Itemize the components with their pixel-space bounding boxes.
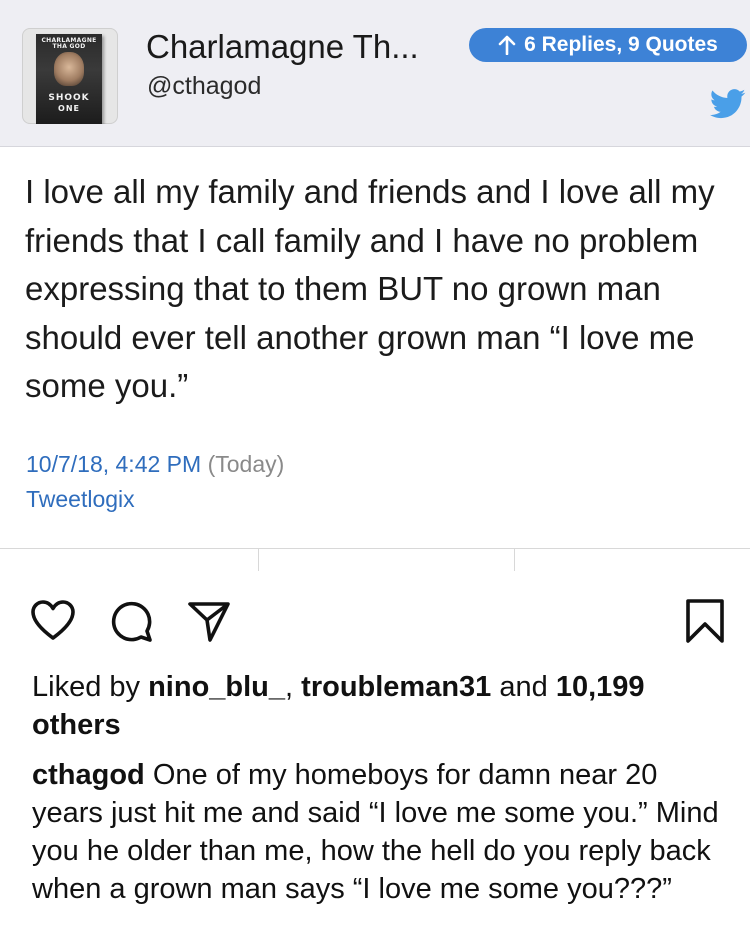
heart-icon[interactable] xyxy=(30,598,76,644)
likes-prefix: Liked by xyxy=(32,671,149,703)
tweet-header: CHARLAMAGNE THA GOD SHOOK ONE Charlamagn… xyxy=(0,0,750,147)
bookmark-icon[interactable] xyxy=(682,598,728,644)
arrow-up-icon xyxy=(498,35,516,55)
likes-and: and xyxy=(491,671,548,703)
post-caption: cthagod One of my homeboys for damn near… xyxy=(32,756,732,908)
tweet-source-link[interactable]: Tweetlogix xyxy=(26,483,284,516)
book-portrait xyxy=(54,52,84,86)
tweet-date-note: (Today) xyxy=(207,451,285,477)
likes-summary: Liked by nino_blu_, troubleman31 and 10,… xyxy=(32,668,732,744)
book-title-line1: SHOOK xyxy=(48,93,90,103)
divider xyxy=(0,548,750,549)
book-cover: CHARLAMAGNE THA GOD SHOOK ONE xyxy=(36,34,102,124)
tweet-text: I love all my family and friends and I l… xyxy=(25,173,715,404)
divider-tick xyxy=(514,549,515,571)
likes-separator: , xyxy=(285,671,302,703)
replies-quotes-badge[interactable]: 6 Replies, 9 Quotes xyxy=(469,28,747,62)
tweet-meta: 10/7/18, 4:42 PM (Today) Tweetlogix xyxy=(26,448,284,516)
book-author: CHARLAMAGNE THA GOD xyxy=(41,37,97,50)
divider-tick xyxy=(258,549,259,571)
liker-username[interactable]: troubleman31 xyxy=(301,671,491,703)
liker-username[interactable]: nino_blu_ xyxy=(148,671,285,703)
user-handle[interactable]: @cthagod xyxy=(147,72,261,101)
tweet-timestamp[interactable]: 10/7/18, 4:42 PM xyxy=(26,451,201,477)
share-icon[interactable] xyxy=(186,598,232,644)
twitter-bird-icon xyxy=(710,89,746,119)
display-name[interactable]: Charlamagne Th... xyxy=(146,28,419,66)
avatar[interactable]: CHARLAMAGNE THA GOD SHOOK ONE xyxy=(22,28,118,124)
caption-username[interactable]: cthagod xyxy=(32,759,145,791)
comment-icon[interactable] xyxy=(109,598,155,644)
replies-quotes-label: 6 Replies, 9 Quotes xyxy=(524,33,718,56)
book-title-line2: ONE xyxy=(58,104,80,113)
